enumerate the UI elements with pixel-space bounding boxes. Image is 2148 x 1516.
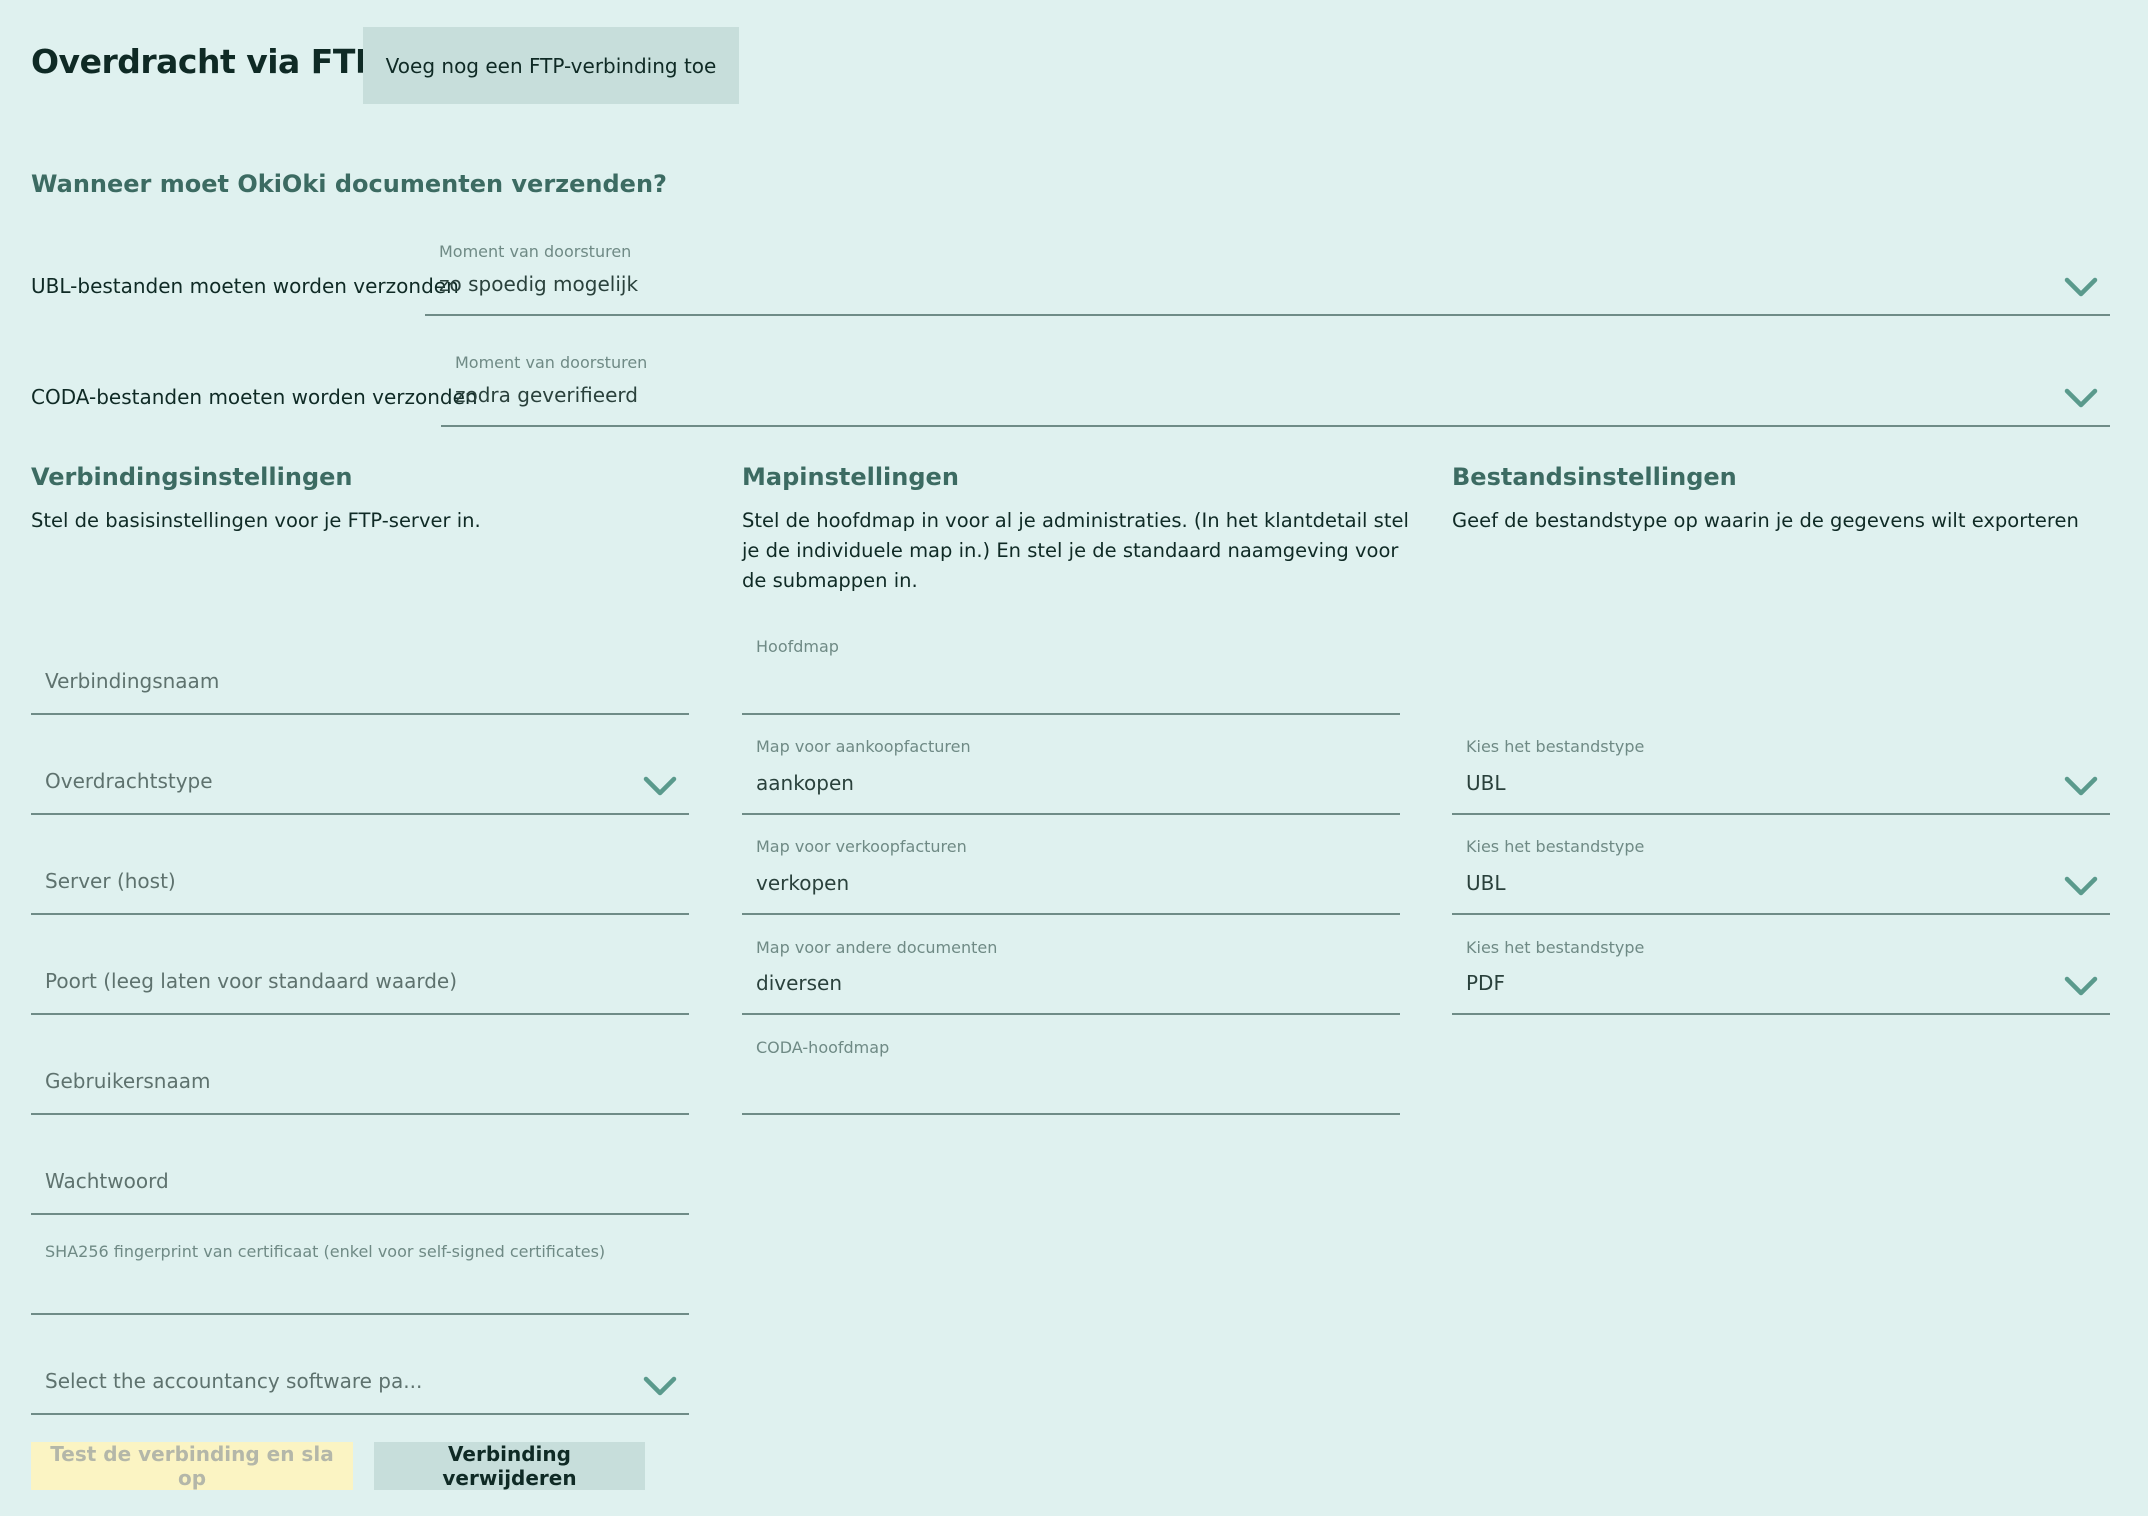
chevron-down-icon[interactable]: [2064, 975, 2098, 997]
file-type-label: Kies het bestandstype: [1466, 837, 1645, 856]
coda-root-folder-input[interactable]: CODA-hoofdmap: [742, 1015, 1400, 1115]
file-settings-description: Geef de bestandstype op waarin je de geg…: [1452, 509, 2079, 532]
delete-connection-button[interactable]: Verbinding verwijderen: [374, 1442, 645, 1490]
accountancy-software-select[interactable]: Select the accountancy software pa...: [31, 1315, 689, 1415]
accountancy-software-placeholder: Select the accountancy software pa...: [45, 1369, 423, 1393]
port-placeholder: Poort (leeg laten voor standaard waarde): [45, 969, 458, 993]
sales-folder-input[interactable]: Map voor verkoopfacturen verkopen: [742, 815, 1400, 915]
chevron-down-icon[interactable]: [643, 1375, 677, 1397]
coda-moment-label: Moment van doorsturen: [455, 353, 648, 372]
sales-folder-label: Map voor verkoopfacturen: [756, 837, 967, 856]
file-settings-title: Bestandsinstellingen: [1452, 463, 1737, 491]
coda-send-label: CODA-bestanden moeten worden verzonden: [31, 385, 478, 409]
purchase-folder-label: Map voor aankoopfacturen: [756, 737, 971, 756]
ubl-send-label: UBL-bestanden moeten worden verzonden: [31, 274, 459, 298]
add-ftp-connection-button[interactable]: Voeg nog een FTP-verbinding toe: [363, 27, 739, 104]
username-input[interactable]: Gebruikersnaam: [31, 1015, 689, 1115]
other-folder-value: diversen: [756, 971, 843, 995]
chevron-down-icon[interactable]: [643, 775, 677, 797]
ubl-moment-value: zo spoedig mogelijk: [439, 272, 639, 296]
chevron-down-icon[interactable]: [2064, 775, 2098, 797]
sales-folder-value: verkopen: [756, 871, 850, 895]
file-type-label: Kies het bestandstype: [1466, 737, 1645, 756]
purchase-folder-value: aankopen: [756, 771, 854, 795]
page-title: Overdracht via FTP: [31, 42, 379, 81]
coda-root-folder-label: CODA-hoofdmap: [756, 1038, 890, 1057]
transfer-type-select[interactable]: Overdrachtstype: [31, 715, 689, 815]
file-type-value: UBL: [1466, 771, 1506, 795]
coda-moment-select[interactable]: Moment van doorsturen zodra geverifieerd: [441, 343, 2110, 427]
file-type-value: PDF: [1466, 971, 1505, 995]
ubl-moment-label: Moment van doorsturen: [439, 242, 632, 261]
file-type-label: Kies het bestandstype: [1466, 938, 1645, 957]
folder-settings-description: Stel de hoofdmap in voor al je administr…: [742, 509, 1409, 592]
when-heading: Wanneer moet OkiOki documenten verzenden…: [31, 170, 667, 198]
certificate-fingerprint-label: SHA256 fingerprint van certificaat (enke…: [45, 1242, 606, 1261]
test-and-save-button[interactable]: Test de verbinding en sla op: [31, 1442, 353, 1490]
certificate-fingerprint-input[interactable]: SHA256 fingerprint van certificaat (enke…: [31, 1215, 689, 1315]
ubl-moment-select[interactable]: Moment van doorsturen zo spoedig mogelij…: [425, 232, 2110, 316]
username-placeholder: Gebruikersnaam: [45, 1069, 211, 1093]
file-type-select-purchase[interactable]: Kies het bestandstype UBL: [1452, 715, 2110, 815]
file-type-select-other[interactable]: Kies het bestandstype PDF: [1452, 915, 2110, 1015]
chevron-down-icon[interactable]: [2064, 276, 2098, 298]
server-host-placeholder: Server (host): [45, 869, 176, 893]
password-placeholder: Wachtwoord: [45, 1169, 169, 1193]
connection-name-placeholder: Verbindingsnaam: [45, 669, 220, 693]
connection-settings-description: Stel de basisinstellingen voor je FTP-se…: [31, 509, 481, 532]
root-folder-label: Hoofdmap: [756, 637, 839, 656]
folder-settings-title: Mapinstellingen: [742, 463, 959, 491]
connection-name-input[interactable]: Verbindingsnaam: [31, 615, 689, 715]
file-type-select-sales[interactable]: Kies het bestandstype UBL: [1452, 815, 2110, 915]
other-folder-label: Map voor andere documenten: [756, 938, 998, 957]
password-input[interactable]: Wachtwoord: [31, 1115, 689, 1215]
port-input[interactable]: Poort (leeg laten voor standaard waarde): [31, 915, 689, 1015]
root-folder-input[interactable]: Hoofdmap: [742, 615, 1400, 715]
coda-moment-value: zodra geverifieerd: [455, 383, 638, 407]
server-host-input[interactable]: Server (host): [31, 815, 689, 915]
chevron-down-icon[interactable]: [2064, 387, 2098, 409]
purchase-folder-input[interactable]: Map voor aankoopfacturen aankopen: [742, 715, 1400, 815]
connection-settings-title: Verbindingsinstellingen: [31, 463, 353, 491]
other-folder-input[interactable]: Map voor andere documenten diversen: [742, 915, 1400, 1015]
transfer-type-placeholder: Overdrachtstype: [45, 769, 213, 793]
chevron-down-icon[interactable]: [2064, 875, 2098, 897]
file-type-value: UBL: [1466, 871, 1506, 895]
